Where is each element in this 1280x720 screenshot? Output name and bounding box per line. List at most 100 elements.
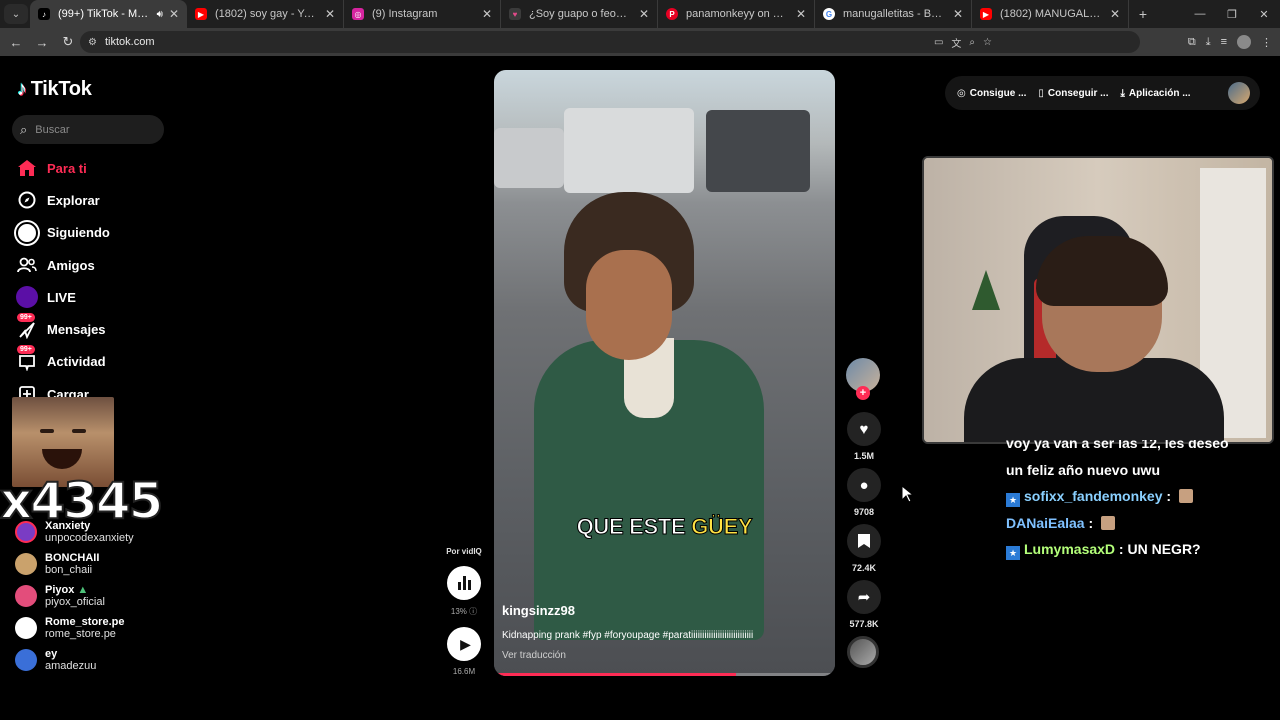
reload-button[interactable]: ↻ — [56, 30, 80, 54]
tab-title: (9) Instagram — [372, 8, 438, 20]
omnibox-actions: ▭ 文 ⌕ ☆ — [934, 31, 992, 53]
site-info-icon[interactable]: ⚙ — [88, 37, 97, 48]
close-tab-icon[interactable]: ✕ — [953, 7, 963, 21]
forward-button[interactable]: → — [30, 30, 54, 54]
extensions-icon[interactable]: ⧉ — [1188, 36, 1196, 49]
messages-badge: 99+ — [17, 312, 35, 322]
tab-tiktok[interactable]: ♪ (99+) TikTok - Make Your Da 🔊︎ ✕ — [30, 0, 187, 28]
profile-avatar[interactable] — [1237, 35, 1251, 49]
sidebar-item-para-ti[interactable]: Para ti — [16, 152, 176, 184]
bookmark-icon[interactable] — [847, 524, 881, 558]
close-tab-icon[interactable]: ✕ — [796, 7, 806, 21]
media-control-icon[interactable]: ≡ — [1221, 36, 1227, 48]
back-button[interactable]: ← — [4, 30, 28, 54]
heart-favicon-icon: ♥ — [509, 8, 521, 20]
author-avatar[interactable]: + — [846, 358, 880, 400]
bar-chart-icon — [457, 582, 461, 590]
tiktok-logo[interactable]: ♪ TikTok — [17, 78, 92, 101]
account-name: Piyox ▲ — [45, 584, 89, 596]
close-tab-icon[interactable]: ✕ — [639, 7, 649, 21]
tab-google[interactable]: G manugalletitas - Buscar con Go ✕ — [815, 0, 972, 28]
tab-pinterest[interactable]: P panamonkeyy on TikTok ✕ — [658, 0, 815, 28]
close-window-icon[interactable]: ✕ — [1248, 0, 1280, 28]
parked-car — [564, 108, 694, 193]
vidiq-stats-button[interactable] — [447, 566, 481, 600]
download-icon: ⤓ — [1120, 87, 1125, 99]
following-account[interactable]: Rome_store.pe rome_store.pe — [15, 612, 185, 644]
search-input[interactable] — [35, 123, 146, 136]
tiktok-note-icon: ♪ — [17, 78, 27, 100]
see-translation-link[interactable]: Ver traducción — [502, 650, 566, 661]
tab-quiz[interactable]: ♥ ¿Soy guapo o feo? Prueba de a ✕ — [501, 0, 658, 28]
avatar — [15, 521, 37, 543]
sidebar-item-actividad[interactable]: 99+ Actividad — [16, 344, 176, 378]
sidebar-item-mensajes[interactable]: 99+ Mensajes — [16, 312, 176, 345]
stream-chat: voy ya van a ser las 12, les deseo un fe… — [1006, 430, 1276, 563]
sidebar-item-label: Amigos — [47, 257, 95, 273]
download-icon[interactable]: ⤓ — [1206, 36, 1211, 49]
chat-message: ★ LumymasaxD : UN NEGR? — [1006, 536, 1276, 563]
video-author[interactable]: kingsinzz98 — [502, 603, 575, 618]
translate-icon[interactable]: 文 — [951, 35, 961, 50]
badge-icon: ★ — [1006, 493, 1020, 507]
get-coins-button[interactable]: ◎ Consigue ... — [957, 88, 1026, 99]
share-icon[interactable]: ➦ — [847, 580, 881, 614]
new-tab-button[interactable]: + — [1129, 6, 1157, 22]
account-handle: amadezuu — [45, 660, 97, 672]
restore-icon[interactable]: ❐ — [1216, 0, 1248, 28]
follow-plus-icon[interactable]: + — [856, 386, 870, 400]
account-handle: unpocodexanxiety — [45, 532, 134, 544]
chat-username: LumymasaxD — [1024, 541, 1116, 557]
play-button[interactable]: ▶ — [447, 627, 481, 661]
music-disc-avatar[interactable] — [847, 636, 879, 668]
overlay-eye — [40, 429, 54, 433]
following-account[interactable]: Piyox ▲ piyox_oficial — [15, 580, 185, 612]
zoom-icon[interactable]: ⌕ — [969, 37, 975, 48]
close-tab-icon[interactable]: ✕ — [169, 7, 179, 21]
sidebar-item-label: LIVE — [47, 289, 76, 305]
video-player[interactable]: QUE ESTE GÜEY kingsinzz98 Kidnapping pra… — [494, 70, 835, 676]
following-account[interactable]: ey amadezuu — [15, 644, 185, 676]
close-tab-icon[interactable]: ✕ — [325, 7, 335, 21]
video-progress-bar[interactable] — [494, 673, 835, 676]
tab-instagram[interactable]: ◎ (9) Instagram ✕ — [344, 0, 501, 28]
get-app-device-button[interactable]: ▯ Conseguir ... — [1038, 88, 1108, 99]
chat-username: DANaiEalaa — [1006, 514, 1085, 531]
search-box[interactable]: ⌕ — [12, 115, 164, 144]
tab-youtube-1[interactable]: ▶ (1802) soy gay - YouTube ✕ — [187, 0, 344, 28]
heart-icon[interactable]: ♥ — [847, 412, 881, 446]
following-account[interactable]: Xanxiety unpocodexanxiety — [15, 516, 185, 548]
bookmark-star-icon[interactable]: ☆ — [983, 37, 992, 48]
download-app-button[interactable]: ⤓ Aplicación ... — [1120, 88, 1190, 99]
info-icon[interactable]: ⓘ — [469, 607, 477, 616]
sidebar-item-siguiendo[interactable]: Siguiendo — [16, 217, 176, 249]
mouse-cursor-icon — [901, 484, 915, 507]
close-tab-icon[interactable]: ✕ — [482, 7, 492, 21]
avatar — [15, 553, 37, 575]
following-account[interactable]: BONCHAII bon_chaii — [15, 548, 185, 580]
sidebar-item-explorar[interactable]: Explorar — [16, 184, 176, 216]
user-avatar[interactable] — [1228, 82, 1250, 104]
comment-icon[interactable]: ● — [847, 468, 881, 502]
close-tab-icon[interactable]: ✕ — [1110, 7, 1120, 21]
save-count: 72.4K — [851, 563, 877, 573]
friends-icon — [16, 254, 38, 276]
vidiq-views: 16.6M — [452, 667, 476, 676]
minimize-icon[interactable]: — — [1184, 0, 1216, 28]
like-count: 1.5M — [853, 451, 874, 461]
browser-toolbar: ← → ↻ ⚙ tiktok.com ▭ 文 ⌕ ☆ ⧉ ⤓ ≡ ⋮ — [0, 28, 1280, 56]
address-bar[interactable]: ⚙ tiktok.com ▭ 文 ⌕ ☆ — [80, 31, 1140, 53]
menu-kebab-icon[interactable]: ⋮ — [1261, 36, 1272, 49]
tab-search-button[interactable]: ⌄ — [4, 4, 28, 24]
tiktok-wordmark: TikTok — [30, 78, 92, 100]
window-controls: — ❐ ✕ — [1184, 0, 1280, 28]
overlay-eye — [72, 429, 86, 433]
cast-icon[interactable]: ▭ — [934, 37, 943, 48]
sidebar-item-live[interactable]: LIVE — [16, 281, 176, 313]
video-caption: QUE ESTE GÜEY — [576, 514, 753, 540]
tab-youtube-2[interactable]: ▶ (1802) MANUGALLETITA FACE ✕ — [972, 0, 1129, 28]
speaker-icon[interactable]: 🔊︎ — [157, 9, 163, 20]
sidebar-item-amigos[interactable]: Amigos — [16, 249, 176, 281]
tiktok-favicon-icon: ♪ — [38, 8, 50, 20]
chat-text: UN NEGR? — [1127, 541, 1201, 557]
